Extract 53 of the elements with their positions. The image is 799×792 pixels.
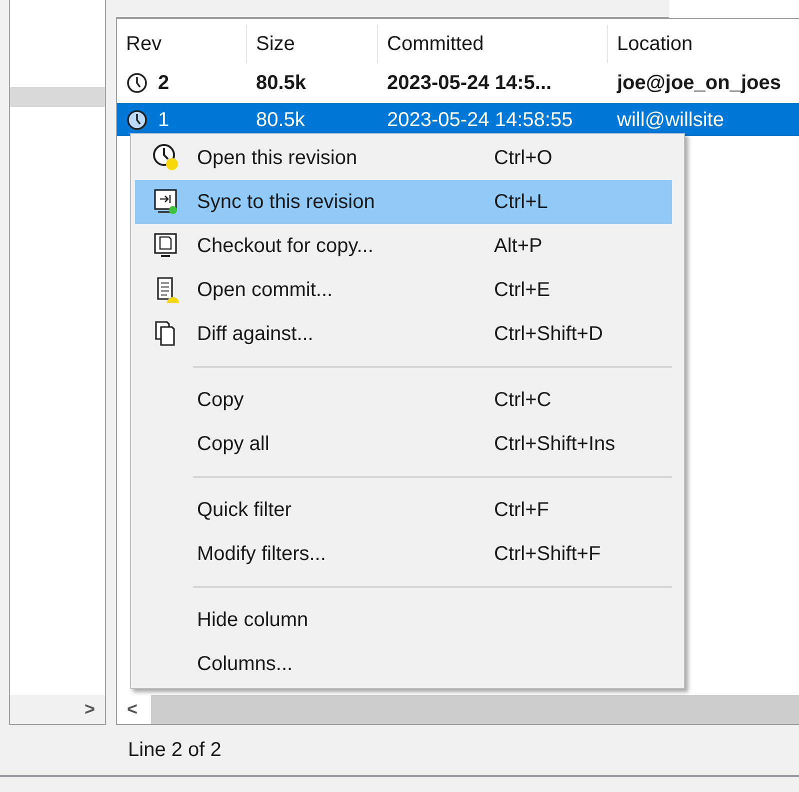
menu-label: Hide column <box>197 608 310 633</box>
menu-item[interactable]: Hide column <box>135 598 672 642</box>
menu-shortcut: Ctrl+Shift+Ins <box>494 432 616 457</box>
menu-item[interactable]: Copy Ctrl+C <box>135 378 672 422</box>
menu-shortcut: Ctrl+F <box>494 498 549 523</box>
menu-item[interactable]: Open commit... Ctrl+E <box>135 268 672 312</box>
menu-label: Columns... <box>197 652 294 677</box>
menu-item[interactable]: Diff against... Ctrl+Shift+D <box>135 312 672 356</box>
menu-label: Diff against... <box>197 322 314 347</box>
menu-label: Modify filters... <box>197 542 327 567</box>
menu-shortcut: Ctrl+L <box>494 190 548 215</box>
status-text: Line 2 of 2 <box>128 738 222 763</box>
column-header[interactable]: Size <box>247 25 378 63</box>
table-cell-text: 2023-05-24 14:5... <box>387 71 552 96</box>
table-row[interactable]: 1 80.5k 2023-05-24 14:58:55 will@willsite <box>117 103 799 136</box>
table-cell-text: 2023-05-24 14:58:55 <box>387 108 573 132</box>
menu-item[interactable]: Columns... <box>135 642 672 686</box>
clock-icon <box>152 143 180 173</box>
menu-label: Sync to this revision <box>197 190 376 215</box>
table-row[interactable]: 2 80.5k 2023-05-24 14:5... joe@joe_on_joes <box>117 63 799 103</box>
column-header[interactable]: Location <box>608 25 799 63</box>
menu-label: Open this revision <box>197 146 358 171</box>
clock-icon <box>126 108 148 130</box>
menu-item[interactable]: Open this revision Ctrl+O <box>135 136 672 180</box>
menu-item[interactable]: Checkout for copy... Alt+P <box>135 224 672 268</box>
menu-shortcut: Ctrl+O <box>494 146 552 171</box>
clock-icon <box>126 72 148 94</box>
scroll-left-arrow[interactable]: < <box>117 696 151 723</box>
menu-shortcut: Alt+P <box>494 234 542 259</box>
column-header[interactable]: Rev <box>117 25 247 63</box>
monitor-icon <box>152 187 180 217</box>
menu-shortcut: Ctrl+Shift+F <box>494 542 601 567</box>
menu-label: Open commit... <box>197 278 334 303</box>
scroll-right-arrow[interactable]: > <box>84 696 95 723</box>
table-cell-text: 2 <box>158 71 170 96</box>
column-header[interactable]: Committed <box>378 25 608 63</box>
scrollbar-track[interactable] <box>151 695 799 724</box>
menu-item[interactable]: Modify filters... Ctrl+Shift+F <box>135 532 672 576</box>
menu-item[interactable]: Sync to this revision Ctrl+L <box>135 180 672 224</box>
menu-shortcut: Ctrl+C <box>494 388 552 413</box>
menu-item[interactable]: Quick filter Ctrl+F <box>135 488 672 532</box>
menu-label: Quick filter <box>197 498 292 523</box>
menu-shortcut: Ctrl+E <box>494 278 550 303</box>
table-cell-text: 1 <box>158 108 170 132</box>
menu-item[interactable]: Copy all Ctrl+Shift+Ins <box>135 422 672 466</box>
menu-label: Copy <box>197 388 245 413</box>
table-cell-text: 80.5k <box>256 108 305 132</box>
table-cell-text: joe@joe_on_joes <box>617 71 781 96</box>
menu-label: Checkout for copy... <box>197 234 374 259</box>
table-cell-text: will@willsite <box>617 108 724 132</box>
menu-shortcut: Ctrl+Shift+D <box>494 322 603 347</box>
table-cell-text: 80.5k <box>256 71 306 96</box>
menu-label: Copy all <box>197 432 270 457</box>
